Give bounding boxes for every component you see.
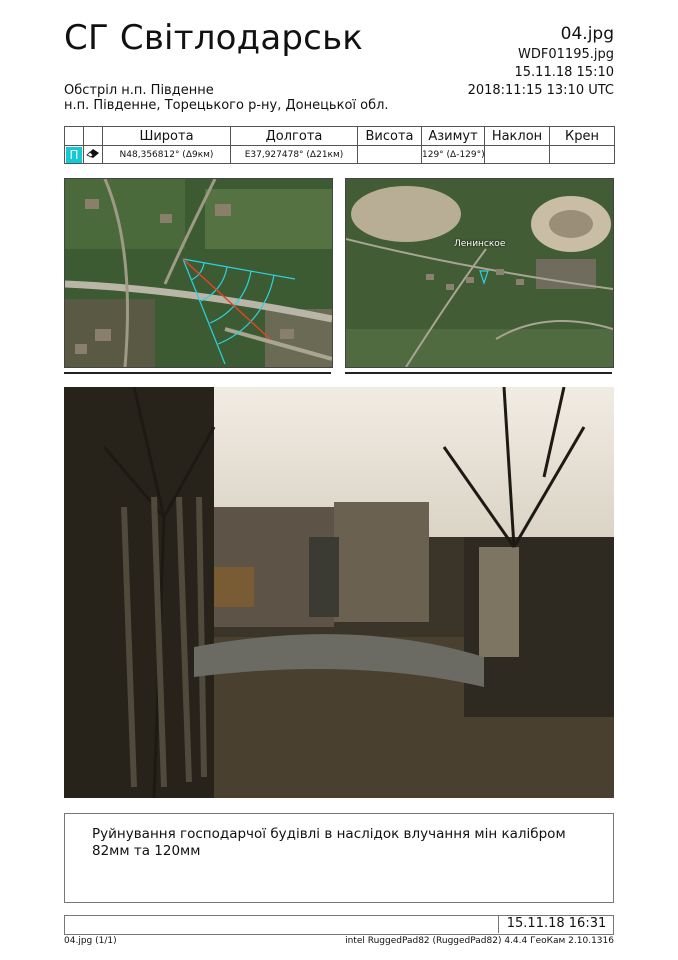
marker-cell: П	[64, 145, 84, 164]
subtitle-event: Обстріл н.п. Південне	[64, 83, 214, 98]
table-header-row: Широта Долгота Висота Азимут Наклон Крен	[64, 126, 615, 146]
header-longitude: Долгота	[230, 126, 358, 146]
map-scalebar-left	[64, 368, 331, 374]
tilt-value	[484, 145, 550, 164]
header-tilt: Наклон	[484, 126, 550, 146]
local-time: 15.11.18 15:10	[514, 65, 615, 80]
header-cell-blank	[64, 126, 84, 146]
main-photo	[64, 387, 614, 798]
satellite-map-overview: Ленинское	[345, 178, 614, 368]
eraser-icon	[83, 145, 103, 164]
map-place-label: Ленинское	[454, 239, 506, 249]
azimuth-value: 129° (Δ-129°)	[421, 145, 485, 164]
roll-value	[549, 145, 615, 164]
utc-time: 2018:11:15 13:10 UTC	[467, 83, 614, 98]
altitude-value	[357, 145, 422, 164]
footer-date: 15.11.18 16:31	[498, 915, 614, 933]
satellite-map-closeup	[64, 178, 333, 368]
header-azimuth: Азимут	[421, 126, 485, 146]
photo-caption: Руйнування господарчої будівлі в наслідо…	[92, 826, 566, 859]
filename: 04.jpg	[560, 24, 614, 44]
subtitle-location: н.п. Південне, Торецького р-ну, Донецько…	[64, 98, 389, 113]
coordinates-table: Широта Долгота Висота Азимут Наклон Крен…	[64, 126, 615, 164]
map-scalebar-right	[345, 368, 612, 374]
photo-id: WDF01195.jpg	[518, 47, 614, 62]
marker-label: П	[66, 146, 82, 163]
header-latitude: Широта	[102, 126, 231, 146]
table-row: П N48,356812° (Δ9км) E37,927478° (Δ21км)…	[64, 145, 615, 164]
footer-page: 04.jpg (1/1)	[64, 936, 117, 946]
longitude-value: E37,927478° (Δ21км)	[230, 145, 358, 164]
footer-device: intel RuggedPad82 (RuggedPad82) 4.4.4 Ге…	[345, 936, 614, 946]
header-altitude: Висота	[357, 126, 422, 146]
header-cell-blank	[83, 126, 103, 146]
latitude-value: N48,356812° (Δ9км)	[102, 145, 231, 164]
page-title: СГ Світлодарськ	[64, 18, 364, 58]
header-roll: Крен	[549, 126, 615, 146]
